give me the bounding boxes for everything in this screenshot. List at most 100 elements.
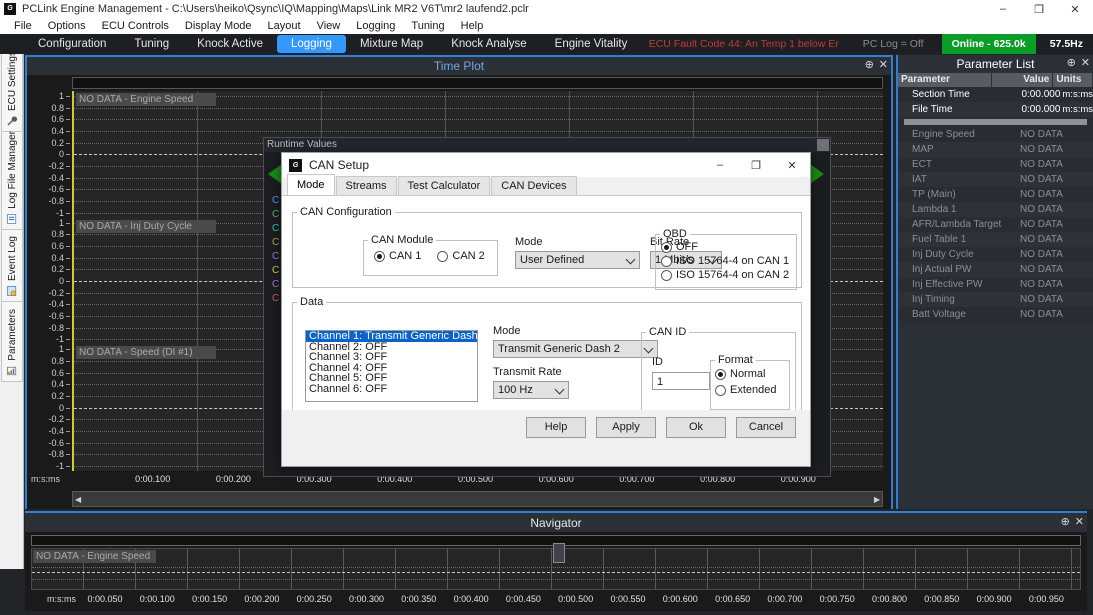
time-plot-scrollbar[interactable]: ◀ ▶ xyxy=(72,491,883,507)
prev-page-arrow-icon[interactable] xyxy=(268,164,282,184)
y-tick-mark xyxy=(66,419,70,421)
help-button[interactable]: Help xyxy=(526,416,586,438)
can-setup-window-controls: – ❐ ✕ xyxy=(702,153,810,177)
parameter-name: IAT xyxy=(912,174,927,185)
float-icon[interactable]: ⊕ xyxy=(1067,56,1076,70)
parameter-row[interactable]: MAP NO DATA xyxy=(898,142,1093,157)
transmit-rate-select[interactable]: 100 Hz xyxy=(493,381,569,399)
radio-can-2[interactable]: CAN 2 xyxy=(437,250,485,262)
column-header-parameter[interactable]: Parameter xyxy=(898,73,992,87)
ok-button[interactable]: Ok xyxy=(666,416,726,438)
ribbon-tab-logging[interactable]: Logging xyxy=(277,35,346,53)
cancel-button[interactable]: Cancel xyxy=(736,416,796,438)
menu-logging[interactable]: Logging xyxy=(348,20,403,32)
parameter-row[interactable]: IAT NO DATA xyxy=(898,172,1093,187)
ribbon-tab-configuration[interactable]: Configuration xyxy=(24,35,120,53)
parameter-row[interactable]: Fuel Table 1 NO DATA xyxy=(898,232,1093,247)
float-icon[interactable]: ⊕ xyxy=(1061,515,1070,529)
menu-options[interactable]: Options xyxy=(40,20,94,32)
time-plot-legend-bar xyxy=(72,77,883,89)
sidebar-tab-event-log[interactable]: Event Log xyxy=(1,230,23,302)
can-id-input[interactable]: 1 xyxy=(652,372,710,390)
radio-format-extended[interactable]: Extended xyxy=(715,384,789,396)
next-page-arrow-icon[interactable] xyxy=(810,164,824,184)
scroll-right-icon[interactable]: ▶ xyxy=(874,495,880,504)
maximize-icon[interactable]: ❐ xyxy=(738,153,774,177)
parameter-row[interactable]: ECT NO DATA xyxy=(898,157,1093,172)
sidebar-tab-parameters[interactable]: Parameters xyxy=(1,302,23,382)
format-legend: Format xyxy=(718,354,753,366)
radio-can-1[interactable]: CAN 1 xyxy=(374,250,421,262)
parameter-row[interactable]: TP (Main) NO DATA xyxy=(898,187,1093,202)
radio-obd-iso-can1[interactable]: ISO 15764-4 on CAN 1 xyxy=(661,255,796,267)
minimize-icon[interactable]: – xyxy=(702,153,738,177)
parameter-value: NO DATA xyxy=(1020,189,1063,200)
refresh-rate-text: 57.5Hz xyxy=(1049,38,1083,50)
mode-select[interactable]: User Defined xyxy=(515,251,640,269)
minimize-icon[interactable]: – xyxy=(985,0,1021,18)
parameter-row[interactable]: Inj Duty Cycle NO DATA xyxy=(898,247,1093,262)
resize-grip-icon[interactable] xyxy=(817,139,829,151)
radio-obd-iso-can2[interactable]: ISO 15764-4 on CAN 2 xyxy=(661,269,796,281)
ribbon-tab-engine-vitality[interactable]: Engine Vitality xyxy=(541,35,642,53)
tab-test-calculator[interactable]: Test Calculator xyxy=(397,176,491,195)
apply-button[interactable]: Apply xyxy=(596,416,656,438)
parameter-row[interactable]: Batt Voltage NO DATA xyxy=(898,307,1093,322)
close-icon[interactable]: ✕ xyxy=(774,153,810,177)
ribbon-tab-mixture-map[interactable]: Mixture Map xyxy=(346,35,437,53)
navigator-position-handle[interactable] xyxy=(553,543,565,563)
parameter-name: Batt Voltage xyxy=(912,309,966,320)
channel-list-item[interactable]: Channel 1: Transmit Generic Dash 2 xyxy=(306,331,477,342)
tab-can-devices[interactable]: CAN Devices xyxy=(491,176,577,195)
scroll-left-icon[interactable]: ◀ xyxy=(75,495,81,504)
sidebar-tab-log-file-manager[interactable]: Log File Manager xyxy=(1,131,23,230)
column-header-units[interactable]: Units xyxy=(1053,73,1093,87)
ribbon-tab-knock-active[interactable]: Knock Active xyxy=(183,35,277,53)
can-configuration-group: CAN Configuration CAN Module CAN 1 CAN 2 xyxy=(292,206,802,290)
parameter-row[interactable]: File Time 0:00.000 m:s:ms xyxy=(898,102,1093,117)
tab-mode[interactable]: Mode xyxy=(287,174,335,195)
y-tick-label: -0.6 xyxy=(48,184,64,195)
radio-label-can-2: CAN 2 xyxy=(452,250,485,262)
column-header-value[interactable]: Value xyxy=(992,73,1054,87)
menu-view[interactable]: View xyxy=(309,20,349,32)
sidebar-tab-ecu-settings[interactable]: ECU Settings xyxy=(1,51,23,132)
menu-ecu-controls[interactable]: ECU Controls xyxy=(94,20,177,32)
parameter-row[interactable]: AFR/Lambda Target NO DATA xyxy=(898,217,1093,232)
radio-obd-off[interactable]: OFF xyxy=(661,241,796,253)
time-plot-series-label: NO DATA - Speed (DI #1) xyxy=(76,346,216,360)
parameter-row[interactable]: Inj Timing NO DATA xyxy=(898,292,1093,307)
menu-help[interactable]: Help xyxy=(453,20,492,32)
menu-display-mode[interactable]: Display Mode xyxy=(177,20,260,32)
data-mode-select[interactable]: Transmit Generic Dash 2 xyxy=(493,340,658,358)
channel-list-item[interactable]: Channel 5: OFF xyxy=(306,373,477,384)
y-tick-mark xyxy=(66,96,70,98)
can-id-group: CAN ID ID 1 Format Normal Extended xyxy=(641,326,796,416)
close-icon[interactable]: ✕ xyxy=(1081,56,1090,70)
close-icon[interactable]: ✕ xyxy=(879,58,888,72)
maximize-icon[interactable]: ❐ xyxy=(1021,0,1057,18)
channel-list-item[interactable]: Channel 3: OFF xyxy=(306,352,477,363)
radio-format-normal[interactable]: Normal xyxy=(715,368,789,380)
online-status-badge: Online - 625.0k xyxy=(941,34,1036,54)
ribbon-tab-knock-analyse[interactable]: Knock Analyse xyxy=(437,35,540,53)
menu-layout[interactable]: Layout xyxy=(260,20,309,32)
parameter-row[interactable]: Lambda 1 NO DATA xyxy=(898,202,1093,217)
float-icon[interactable]: ⊕ xyxy=(865,58,874,72)
parameter-value: NO DATA xyxy=(1020,264,1063,275)
parameter-row[interactable]: Engine Speed NO DATA xyxy=(898,127,1093,142)
channel-listbox[interactable]: Channel 1: Transmit Generic Dash 2 Channe… xyxy=(305,330,478,402)
menu-file[interactable]: File xyxy=(6,20,40,32)
parameter-row[interactable]: Inj Effective PW NO DATA xyxy=(898,277,1093,292)
can-setup-dialog: G CAN Setup – ❐ ✕ Mode Streams Test Calc… xyxy=(281,152,811,467)
close-icon[interactable]: ✕ xyxy=(1057,0,1093,18)
close-icon[interactable]: ✕ xyxy=(1075,515,1084,529)
tab-streams[interactable]: Streams xyxy=(335,176,397,195)
time-plot-y-axis: 1 0.8 0.6 0.4 0.2 0 -0.2 -0.4 -0.6 -0.8 -1 xyxy=(27,218,72,345)
channel-list-item[interactable]: Channel 6: OFF xyxy=(306,383,477,395)
y-tick-label: 0.4 xyxy=(51,379,64,390)
ribbon-tab-tuning[interactable]: Tuning xyxy=(120,35,183,53)
parameter-row[interactable]: Section Time 0:00.000 m:s:ms xyxy=(898,87,1093,102)
menu-tuning[interactable]: Tuning xyxy=(403,20,452,32)
parameter-row[interactable]: Inj Actual PW NO DATA xyxy=(898,262,1093,277)
